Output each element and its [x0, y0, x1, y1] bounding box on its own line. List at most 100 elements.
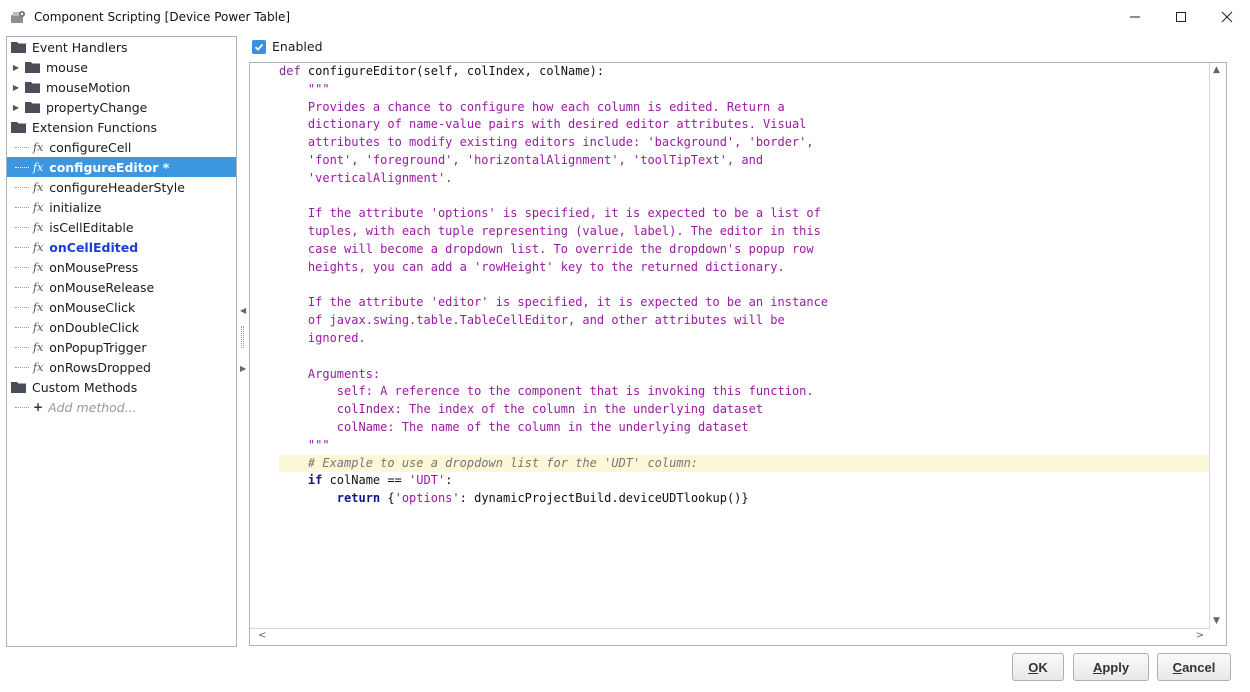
code-line[interactable]: 11 case will become a dropdown list. To …: [279, 241, 1209, 259]
code-line[interactable]: 9 If the attribute 'options' is specifie…: [279, 205, 1209, 223]
code-line[interactable]: 8: [279, 188, 1209, 206]
code-line[interactable]: 6 'font', 'foreground', 'horizontalAlign…: [279, 152, 1209, 170]
code-line[interactable]: 15 of javax.swing.table.TableCellEditor,…: [279, 312, 1209, 330]
tree-item-mouse[interactable]: ▶ mouse: [7, 57, 236, 77]
code-line[interactable]: 25 return {'options': dynamicProjectBuil…: [279, 490, 1209, 508]
code-token: ignored.: [279, 330, 366, 345]
splitter-grip-icon[interactable]: [241, 326, 244, 348]
function-icon: fx: [33, 160, 44, 174]
code-line[interactable]: 22 """: [279, 437, 1209, 455]
tree-item-label: onCellEdited: [49, 239, 139, 255]
tree-item-configurecell[interactable]: fx configureCell: [7, 137, 236, 157]
tree-folder-label: Event Handlers: [32, 39, 128, 55]
apply-button[interactable]: Apply: [1073, 653, 1149, 681]
code-line[interactable]: 3 Provides a chance to configure how eac…: [279, 99, 1209, 117]
code-area[interactable]: def configureEditor(self, colIndex, colN…: [279, 63, 1209, 628]
code-token: """: [279, 81, 330, 96]
tree-folder-event-handlers[interactable]: Event Handlers: [7, 37, 236, 57]
tree-item-mousemotion[interactable]: ▶ mouseMotion: [7, 77, 236, 97]
scroll-right-icon[interactable]: >: [1196, 630, 1204, 641]
tree-folder-custom-methods[interactable]: Custom Methods: [7, 377, 236, 397]
enabled-toggle[interactable]: Enabled: [252, 39, 323, 54]
tree-item-onrowsdropped[interactable]: fx onRowsDropped: [7, 357, 236, 377]
expand-arrow-icon[interactable]: ▶: [11, 103, 21, 112]
tree-item-ondoubleclick[interactable]: fx onDoubleClick: [7, 317, 236, 337]
horizontal-scrollbar[interactable]: < >: [250, 628, 1210, 645]
function-icon: fx: [33, 340, 44, 354]
code-line[interactable]: 14 If the attribute 'editor' is specifie…: [279, 294, 1209, 312]
code-line[interactable]: 4 dictionary of name-value pairs with de…: [279, 116, 1209, 134]
script-tree: Event Handlers ▶ mouse ▶ mouseMotion ▶ p…: [6, 36, 237, 647]
code-line[interactable]: 21 colName: The name of the column in th…: [279, 419, 1209, 437]
code-line[interactable]: 17: [279, 348, 1209, 366]
function-icon: fx: [33, 240, 44, 254]
tree-item-onpopuptrigger[interactable]: fx onPopupTrigger: [7, 337, 236, 357]
tree-item-configureeditor[interactable]: fx configureEditor *: [7, 157, 236, 177]
tree-item-label: onRowsDropped: [49, 359, 151, 375]
code-token: If the attribute 'options' is specified,…: [279, 206, 821, 221]
tree-item-initialize[interactable]: fx initialize: [7, 197, 236, 217]
scroll-up-icon[interactable]: ▲: [1213, 65, 1220, 75]
tree-item-onmouserelease[interactable]: fx onMouseRelease: [7, 277, 236, 297]
tree-item-add-method[interactable]: + Add method...: [7, 397, 236, 417]
code-line[interactable]: 19 self: A reference to the component th…: [279, 383, 1209, 401]
title-bar: Component Scripting [Device Power Table]: [0, 0, 1250, 34]
code-editor[interactable]: def configureEditor(self, colIndex, colN…: [249, 62, 1227, 646]
tree-item-iscelleditable[interactable]: fx isCellEditable: [7, 217, 236, 237]
maximize-icon: [1176, 12, 1186, 22]
tree-item-label: configureCell: [49, 139, 132, 155]
function-icon: fx: [33, 260, 44, 274]
code-line[interactable]: 13: [279, 277, 1209, 295]
code-line[interactable]: 23 # Example to use a dropdown list for …: [279, 454, 1209, 473]
tree-item-oncelledited[interactable]: fx onCellEdited: [7, 237, 236, 257]
code-line[interactable]: 20 colIndex: The index of the column in …: [279, 401, 1209, 419]
script-window-icon: [10, 9, 26, 25]
code-token: 'verticalAlignment'.: [279, 170, 453, 185]
panel-splitter[interactable]: ◀ ▶: [238, 36, 248, 647]
ok-label: K: [1038, 659, 1048, 675]
vertical-scrollbar[interactable]: ▲ ▼: [1209, 63, 1226, 628]
function-icon: fx: [33, 360, 44, 374]
close-button[interactable]: [1204, 0, 1250, 34]
scroll-left-icon[interactable]: <: [258, 630, 266, 641]
tree-folder-label: Extension Functions: [32, 119, 158, 135]
tree-item-label: configureEditor *: [49, 159, 170, 175]
code-line[interactable]: def configureEditor(self, colIndex, colN…: [279, 63, 1209, 81]
expand-arrow-icon[interactable]: ▶: [11, 83, 21, 92]
apply-mnemonic: A: [1092, 659, 1103, 675]
tree-folder-extension-functions[interactable]: Extension Functions: [7, 117, 236, 137]
tree-item-onmouseclick[interactable]: fx onMouseClick: [7, 297, 236, 317]
tree-item-label: isCellEditable: [49, 219, 134, 235]
code-line[interactable]: 18 Arguments:: [279, 366, 1209, 384]
code-line[interactable]: 12 heights, you can add a 'rowHeight' ke…: [279, 259, 1209, 277]
function-icon: fx: [33, 200, 44, 214]
maximize-button[interactable]: [1158, 0, 1204, 34]
code-line[interactable]: 2 """: [279, 81, 1209, 99]
cancel-button[interactable]: Cancel: [1157, 653, 1231, 681]
enabled-checkbox[interactable]: [252, 39, 266, 54]
close-icon: [1221, 11, 1233, 23]
cancel-label: ancel: [1182, 659, 1216, 675]
code-line[interactable]: 24 if colName == 'UDT':: [279, 472, 1209, 490]
expand-arrow-icon[interactable]: ▶: [11, 63, 21, 72]
tree-item-propertychange[interactable]: ▶ propertyChange: [7, 97, 236, 117]
window-title: Component Scripting [Device Power Table]: [34, 10, 291, 24]
code-line[interactable]: 16 ignored.: [279, 330, 1209, 348]
folder-icon: [25, 61, 41, 73]
tree-item-label: propertyChange: [46, 99, 148, 115]
collapse-left-icon[interactable]: ◀: [240, 306, 246, 315]
folder-open-icon: [11, 381, 27, 393]
tree-item-label: onMousePress: [49, 259, 139, 275]
tree-item-configureheaderstyle[interactable]: fx configureHeaderStyle: [7, 177, 236, 197]
code-line[interactable]: 5 attributes to modify existing editors …: [279, 134, 1209, 152]
folder-icon: [25, 101, 41, 113]
scroll-down-icon[interactable]: ▼: [1213, 616, 1220, 626]
collapse-right-icon[interactable]: ▶: [240, 364, 246, 373]
ok-button[interactable]: OK: [1012, 653, 1064, 681]
code-token: :: [445, 473, 453, 488]
tree-item-onmousepress[interactable]: fx onMousePress: [7, 257, 236, 277]
code-line[interactable]: 7 'verticalAlignment'.: [279, 170, 1209, 188]
minimize-button[interactable]: [1112, 0, 1158, 34]
code-line[interactable]: 10 tuples, with each tuple representing …: [279, 223, 1209, 241]
code-token: return: [336, 491, 381, 506]
